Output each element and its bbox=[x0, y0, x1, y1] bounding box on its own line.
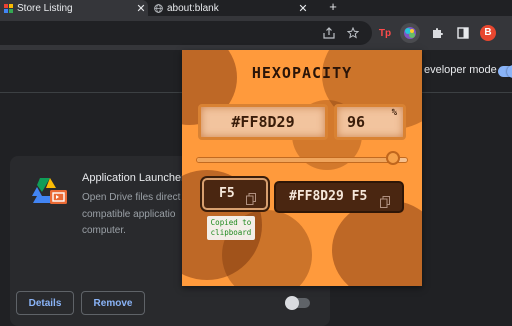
extensions-puzzle-icon[interactable] bbox=[428, 24, 446, 42]
description-line: compatible applicatio bbox=[82, 208, 176, 220]
popup-title: HEXOPACITY bbox=[251, 64, 353, 82]
tab-title: about:blank bbox=[167, 2, 219, 14]
opacity-slider-fill bbox=[197, 158, 399, 162]
hex-color-input[interactable]: #FF8D29 bbox=[198, 104, 328, 140]
opacity-slider-thumb[interactable] bbox=[386, 151, 401, 165]
copied-tooltip: Copied to clipboard bbox=[207, 216, 255, 240]
tab-title: Store Listing bbox=[17, 2, 73, 14]
tab-about-blank[interactable]: about:blank ✕ bbox=[150, 0, 310, 16]
close-tab-icon[interactable]: ✕ bbox=[296, 2, 310, 15]
description-line: computer. bbox=[82, 225, 126, 236]
hexopacity-extension-icon[interactable] bbox=[400, 23, 420, 43]
opacity-input[interactable]: 96 % bbox=[334, 104, 406, 140]
full-hex-copy-button[interactable]: #FF8D29 F5 bbox=[274, 181, 404, 213]
copy-icon bbox=[246, 188, 256, 205]
profile-avatar[interactable]: B bbox=[480, 25, 496, 41]
close-tab-icon[interactable]: ✕ bbox=[134, 2, 148, 15]
developer-mode-toggle[interactable] bbox=[498, 65, 512, 78]
address-bar[interactable] bbox=[0, 21, 372, 45]
globe-icon bbox=[154, 3, 163, 13]
details-button[interactable]: Details bbox=[16, 291, 74, 315]
developer-mode-label: eveloper mode bbox=[424, 64, 497, 76]
share-icon[interactable] bbox=[320, 24, 338, 42]
tooltip-line: clipboard bbox=[210, 228, 252, 237]
description-line: Open Drive files direct bbox=[82, 192, 181, 203]
extension-badge: Tp bbox=[378, 27, 392, 39]
opacity-value: 96 bbox=[347, 113, 366, 131]
store-favicon-icon bbox=[4, 3, 13, 13]
tooltip-line: Copied to bbox=[210, 218, 252, 227]
tab-store-listing[interactable]: Store Listing ✕ bbox=[0, 0, 148, 16]
alpha-hex-value: F5 bbox=[219, 186, 235, 201]
remove-button[interactable]: Remove bbox=[81, 291, 145, 315]
browser-toolbar: Tp bbox=[0, 16, 512, 50]
tp-extension-icon[interactable]: Tp bbox=[376, 24, 394, 42]
percent-unit: % bbox=[391, 108, 397, 118]
side-panel-icon[interactable] bbox=[454, 24, 472, 42]
extension-enable-toggle[interactable] bbox=[285, 296, 310, 310]
copy-icon bbox=[380, 191, 390, 208]
tab-strip: Store Listing ✕ about:blank ✕ + bbox=[0, 0, 512, 16]
bookmark-star-icon[interactable] bbox=[344, 24, 362, 42]
extension-description: Open Drive files direct compatible appli… bbox=[82, 190, 182, 240]
google-drive-launcher-icon bbox=[30, 176, 70, 206]
hexopacity-popup: HEXOPACITY #FF8D29 96 % F5 #FF8D29 F5 Co… bbox=[182, 50, 422, 286]
new-tab-button[interactable]: + bbox=[326, 0, 340, 16]
alpha-hex-copy-button[interactable]: F5 bbox=[202, 178, 268, 210]
extension-title: Application Launcher bbox=[82, 172, 185, 184]
full-hex-value: #FF8D29 F5 bbox=[289, 189, 368, 204]
opacity-slider-track[interactable] bbox=[196, 157, 408, 163]
